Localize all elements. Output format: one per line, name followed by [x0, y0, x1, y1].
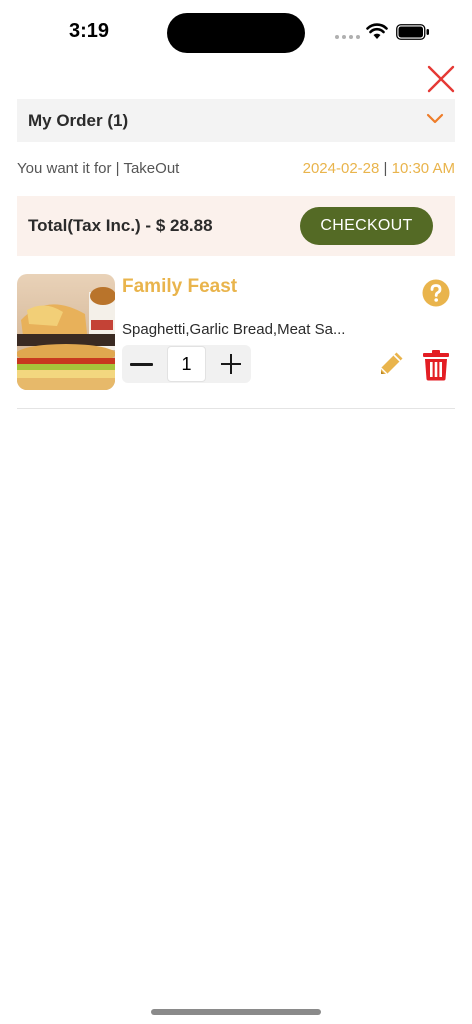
- item-name[interactable]: Family Feast: [122, 276, 237, 298]
- order-type-label: You want it for | TakeOut: [17, 160, 180, 177]
- pickup-date: 2024-02-28: [302, 160, 380, 177]
- status-time: 3:19: [69, 20, 110, 42]
- cellular-signal-icon: [335, 35, 360, 39]
- pickup-datetime[interactable]: 2024-02-28 | 10:30 AM: [303, 160, 455, 177]
- order-total: Total(Tax Inc.) - $ 28.88: [28, 216, 213, 235]
- home-indicator[interactable]: [151, 1009, 321, 1015]
- status-bar: 3:19: [0, 0, 472, 62]
- my-order-header[interactable]: My Order (1): [17, 99, 455, 142]
- item-thumbnail: [17, 274, 115, 390]
- battery-icon: [396, 24, 429, 40]
- datetime-separator: |: [383, 160, 388, 177]
- quantity-value[interactable]: 1: [167, 346, 206, 382]
- pencil-icon[interactable]: [376, 349, 406, 379]
- pickup-time: 10:30 AM: [391, 160, 455, 177]
- increase-quantity-button[interactable]: [211, 345, 251, 383]
- order-item: Family Feast Spaghetti,Garlic Bread,Meat…: [17, 273, 455, 409]
- total-bar: Total(Tax Inc.) - $ 28.88 CHECKOUT: [17, 196, 455, 256]
- trash-icon[interactable]: [422, 349, 450, 381]
- chevron-down-icon[interactable]: [426, 113, 444, 125]
- my-order-title: My Order (1): [28, 110, 129, 130]
- close-icon[interactable]: [426, 64, 456, 94]
- quantity-stepper: 1: [122, 345, 251, 383]
- decrease-quantity-button[interactable]: [122, 345, 162, 383]
- dynamic-island: [167, 13, 305, 53]
- question-circle-icon[interactable]: [422, 279, 450, 307]
- wifi-icon: [366, 23, 388, 39]
- checkout-button[interactable]: CHECKOUT: [300, 207, 433, 245]
- item-description: Spaghetti,Garlic Bread,Meat Sa...: [122, 321, 346, 338]
- order-type-row: You want it for | TakeOut 2024-02-28 | 1…: [17, 160, 455, 180]
